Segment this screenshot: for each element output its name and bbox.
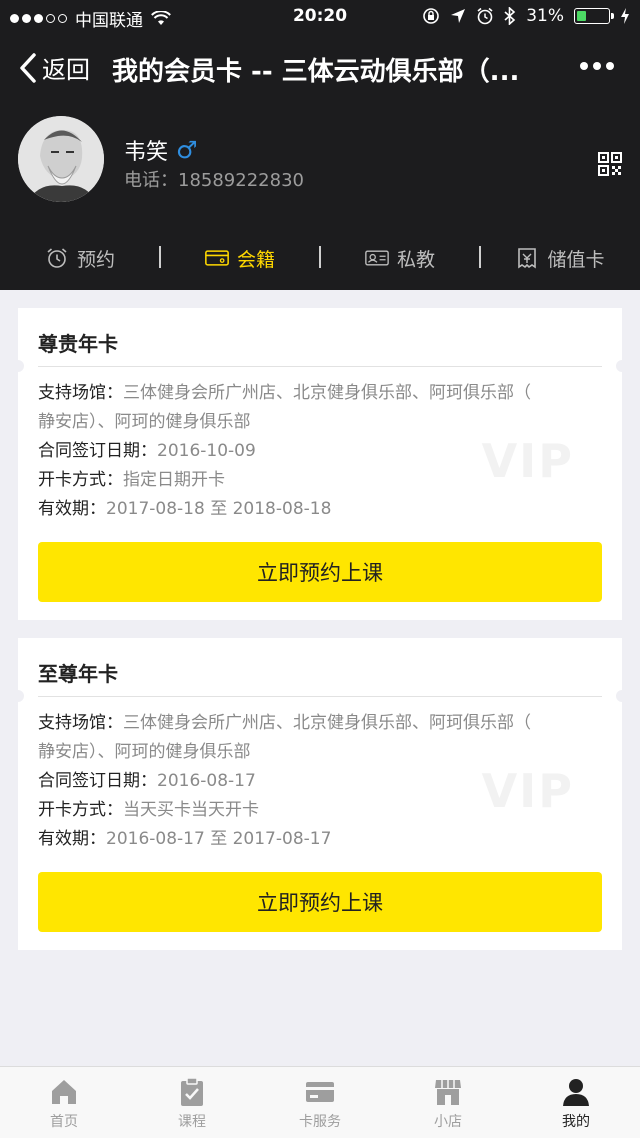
- member-tabs: 预约 会籍 私教 储值卡: [0, 238, 640, 278]
- sign-date-value: 2016-10-09: [157, 441, 256, 461]
- card-divider: [38, 366, 602, 367]
- sign-date-label: 合同签订日期：: [38, 771, 157, 791]
- status-bar: 中国联通 20:20 31%: [0, 0, 640, 34]
- open-method-row: 开卡方式：指定日期开卡: [38, 466, 598, 495]
- tab-label: 储值卡: [547, 248, 605, 271]
- card-info: 支持场馆：三体健身会所广州店、北京健身俱乐部、阿珂俱乐部（ 静安店）、阿珂的健身…: [38, 709, 598, 854]
- venues-row: 支持场馆：三体健身会所广州店、北京健身俱乐部、阿珂俱乐部（: [38, 709, 598, 738]
- back-button[interactable]: 返回: [18, 50, 90, 85]
- tab-label: 预约: [76, 248, 115, 271]
- tabbar-item-home[interactable]: 首页: [0, 1067, 128, 1138]
- venues-value-continued: 静安店）、阿珂的健身俱乐部: [38, 412, 251, 432]
- more-options-button[interactable]: [580, 62, 614, 70]
- venues-value: 三体健身会所广州店、北京健身俱乐部、阿珂俱乐部（: [123, 713, 531, 733]
- home-icon: [52, 1080, 76, 1104]
- sign-date-label: 合同签订日期：: [38, 441, 157, 461]
- venues-label: 支持场馆：: [38, 713, 123, 733]
- location-icon: [451, 9, 466, 23]
- tab-label: 会籍: [236, 248, 275, 271]
- male-icon: ♂: [176, 136, 198, 164]
- avatar-image: [18, 116, 104, 202]
- tabbar-label: 课程: [178, 1114, 206, 1130]
- validity-row: 有效期：2016-08-17 至 2017-08-17: [38, 825, 598, 854]
- voucher-icon: [518, 248, 537, 269]
- card-icon: [306, 1082, 334, 1102]
- open-method-value: 指定日期开卡: [123, 470, 225, 490]
- tab-divider: [159, 246, 161, 268]
- membership-card: 至尊年卡 VIP 支持场馆：三体健身会所广州店、北京健身俱乐部、阿珂俱乐部（ 静…: [12, 638, 628, 950]
- tab-stored-value-card[interactable]: 储值卡: [480, 245, 640, 272]
- member-name: 韦笑: [124, 140, 169, 165]
- open-method-value: 当天买卡当天开卡: [123, 800, 259, 820]
- tabbar-item-shop[interactable]: 小店: [384, 1067, 512, 1138]
- avatar[interactable]: [18, 116, 104, 202]
- more-icon: [580, 62, 588, 70]
- tab-divider: [479, 246, 481, 268]
- validity-value: 2017-08-18 至 2018-08-18: [106, 499, 332, 519]
- chevron-left-icon: [20, 52, 36, 83]
- tabbar-item-card-service[interactable]: 卡服务: [256, 1067, 384, 1138]
- person-icon: [563, 1079, 589, 1106]
- sign-date-row: 合同签订日期：2016-08-17: [38, 767, 598, 796]
- tabbar-item-me[interactable]: 我的: [512, 1067, 640, 1138]
- tabbar-item-courses[interactable]: 课程: [128, 1067, 256, 1138]
- phone-label: 电话：: [124, 170, 178, 191]
- charging-icon: [621, 8, 629, 24]
- page-title: 我的会员卡 -- 三体云动俱乐部（...: [112, 57, 520, 87]
- tabbar-label: 小店: [434, 1114, 462, 1130]
- phone-number: 18589222830: [178, 170, 304, 191]
- nav-bar: 返回 我的会员卡 -- 三体云动俱乐部（...: [0, 34, 640, 100]
- validity-value: 2016-08-17 至 2017-08-17: [106, 829, 332, 849]
- book-class-button[interactable]: 立即预约上课: [38, 872, 602, 932]
- tab-booking[interactable]: 预约: [0, 245, 160, 272]
- card-divider: [38, 696, 602, 697]
- back-label: 返回: [42, 56, 90, 84]
- venues-value: 三体健身会所广州店、北京健身俱乐部、阿珂俱乐部（: [123, 383, 531, 403]
- bottom-tab-bar: 首页 课程 卡服务 小店 我的: [0, 1066, 640, 1138]
- qr-code-icon[interactable]: [598, 152, 622, 176]
- tabbar-label: 卡服务: [299, 1114, 341, 1130]
- sign-date-value: 2016-08-17: [157, 771, 256, 791]
- card-notch: [12, 690, 24, 702]
- card-notch: [616, 360, 628, 372]
- open-method-label: 开卡方式：: [38, 470, 123, 490]
- battery-icon: [574, 8, 614, 24]
- name-row: 韦笑 ♂: [124, 134, 198, 166]
- membership-card-icon: [205, 250, 229, 266]
- card-title: 尊贵年卡: [38, 332, 118, 356]
- sign-date-row: 合同签订日期：2016-10-09: [38, 437, 598, 466]
- id-card-icon: [365, 250, 389, 266]
- tab-divider: [319, 246, 321, 268]
- venues-row: 支持场馆：三体健身会所广州店、北京健身俱乐部、阿珂俱乐部（: [38, 379, 598, 408]
- battery-percent: 31%: [526, 6, 564, 26]
- membership-card: 尊贵年卡 VIP 支持场馆：三体健身会所广州店、北京健身俱乐部、阿珂俱乐部（ 静…: [12, 308, 628, 620]
- status-right: 31%: [422, 6, 630, 26]
- venues-value-continued: 静安店）、阿珂的健身俱乐部: [38, 742, 251, 762]
- phone-row: 电话：18589222830: [124, 166, 304, 192]
- card-notch: [12, 360, 24, 372]
- tab-personal-training[interactable]: 私教: [320, 245, 480, 272]
- validity-label: 有效期：: [38, 499, 106, 519]
- rotation-lock-icon: [423, 8, 440, 24]
- alarm-clock-icon: [47, 248, 67, 268]
- clipboard-icon: [181, 1077, 203, 1106]
- book-class-button[interactable]: 立即预约上课: [38, 542, 602, 602]
- card-title: 至尊年卡: [38, 662, 118, 686]
- validity-label: 有效期：: [38, 829, 106, 849]
- tab-membership[interactable]: 会籍: [160, 245, 320, 272]
- alarm-icon: [477, 7, 493, 25]
- open-method-row: 开卡方式：当天买卡当天开卡: [38, 796, 598, 825]
- card-info: 支持场馆：三体健身会所广州店、北京健身俱乐部、阿珂俱乐部（ 静安店）、阿珂的健身…: [38, 379, 598, 524]
- card-notch: [616, 690, 628, 702]
- tabbar-label: 我的: [562, 1114, 590, 1130]
- tab-label: 私教: [396, 248, 435, 271]
- venues-label: 支持场馆：: [38, 383, 123, 403]
- open-method-label: 开卡方式：: [38, 800, 123, 820]
- bluetooth-icon: [504, 7, 516, 25]
- validity-row: 有效期：2017-08-18 至 2018-08-18: [38, 495, 598, 524]
- shop-icon: [435, 1080, 461, 1105]
- tabbar-label: 首页: [50, 1114, 78, 1130]
- profile-header: 韦笑 ♂ 电话：18589222830 预约 会籍 私教 储值卡: [0, 100, 640, 290]
